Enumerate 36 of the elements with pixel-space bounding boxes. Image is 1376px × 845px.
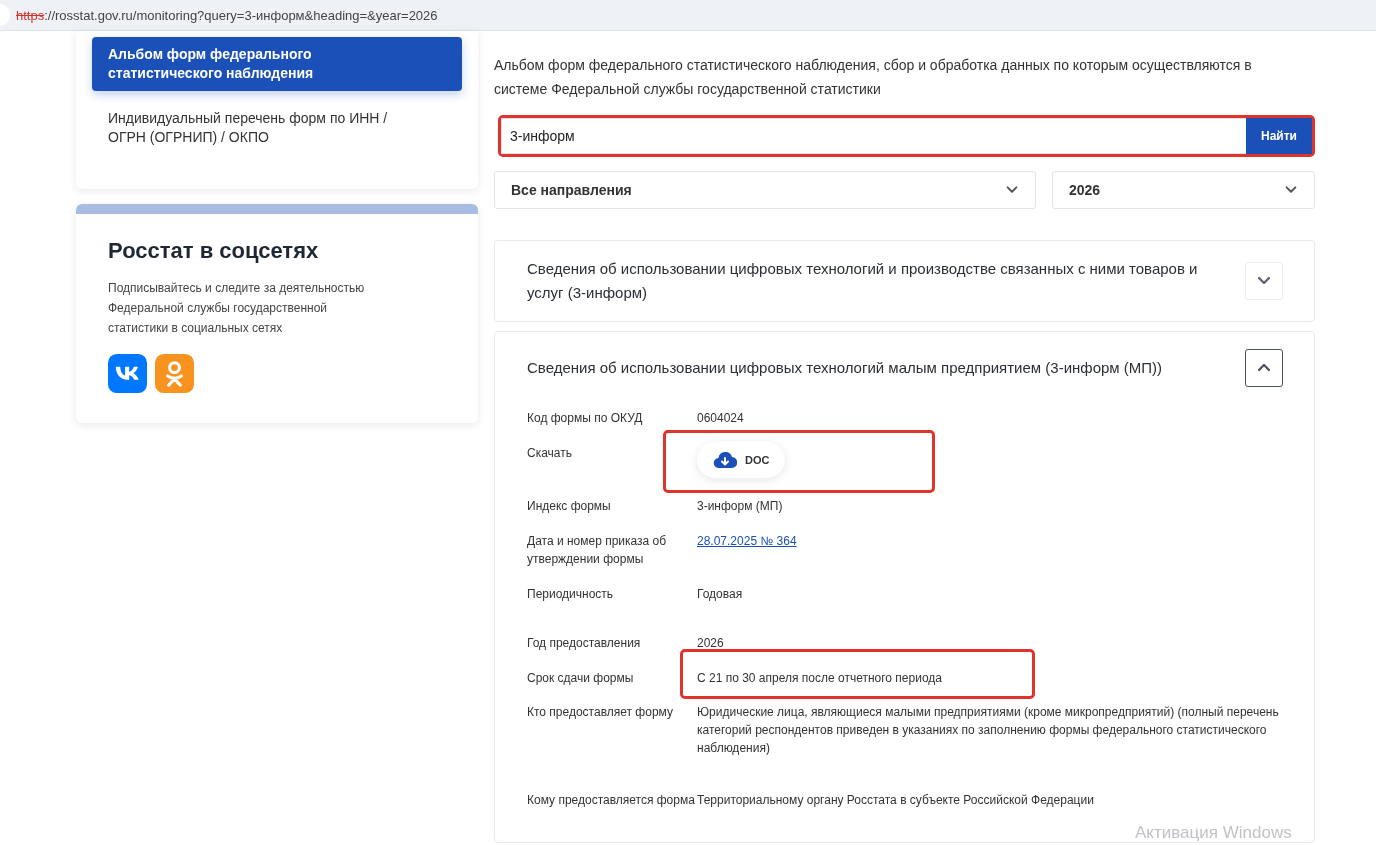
field-value: 2026 (697, 635, 725, 652)
collapse-button[interactable] (1245, 349, 1283, 387)
field-label: Периодичность (527, 586, 615, 603)
field-label: Код формы по ОКУД (527, 410, 644, 427)
search-button[interactable]: Найти (1246, 118, 1312, 154)
activation-watermark: Активация Windows (1135, 823, 1292, 842)
field-label: Кому предоставляется форма (527, 792, 696, 809)
field-label: Индекс формы (527, 498, 612, 515)
address-text[interactable]: https://rosstat.gov.ru/monitoring?query=3-информ&heading=&year=2026 (16, 7, 438, 23)
description-text: Подписывайтесь и следите за деятельностью Федеральной службы государственной статистики в социальных сетях (108, 280, 366, 337)
vk-icon[interactable] (108, 354, 147, 393)
form-title: Сведения об использовании цифровых технологий малым предприятием (3-информ (МП)) (527, 358, 1163, 378)
sidebar-item[interactable]: Альбом форм федерального статистического наблюдения (92, 37, 462, 91)
field-label: Скачать (527, 445, 573, 462)
field-value: Территориальному органу Росстата в субъекте Российской Федерации (697, 792, 1095, 809)
field-value: Юридические лица, являющиеся малыми предприятиями (кроме микропредприятий) (полный перечень категорий респондентов приведен в указаниях по заполнению формы федерального статистического наблюдения) (697, 704, 1280, 757)
field-value: С 21 по 30 апреля после отчетного периода (697, 670, 943, 687)
order-link[interactable]: 28.07.2025 № 364 (697, 534, 797, 548)
filter-dropdown[interactable]: Все направления (494, 171, 1036, 209)
sidebar-item[interactable]: Индивидуальный перечень форм по ИНН / ОГРН (ОГРНИП) / ОКПО (92, 101, 462, 155)
field-label: Год предоставления (527, 635, 642, 652)
expand-button[interactable] (1245, 262, 1283, 300)
filter-dropdown[interactable]: 2026 (1052, 171, 1315, 209)
intro-text: Альбом форм федерального статистического наблюдения, сбор и обработка данных по которым осуществляются в системе Федеральной службы государственной статистики (494, 56, 1253, 99)
cloud-download-icon (713, 451, 737, 469)
download-button[interactable]: DOC (697, 442, 786, 478)
field-value: 0604024 (697, 410, 745, 427)
search-field[interactable]: 3-информ (501, 118, 1246, 154)
field-value: 3-информ (МП) (697, 498, 784, 515)
field-label: Кто предоставляет форму (527, 704, 674, 721)
form-title: Сведения об использовании цифровых технологий и производстве связанных с ними товаров и услуг (3-информ) (527, 259, 1199, 303)
field-value: Годовая (697, 586, 744, 603)
ok-icon[interactable] (155, 354, 194, 393)
field-label: Дата и номер приказа об утверждении формы (527, 533, 668, 568)
field-label: Срок сдачи формы (527, 670, 635, 687)
section-title: Росстат в соцсетях (108, 238, 320, 264)
